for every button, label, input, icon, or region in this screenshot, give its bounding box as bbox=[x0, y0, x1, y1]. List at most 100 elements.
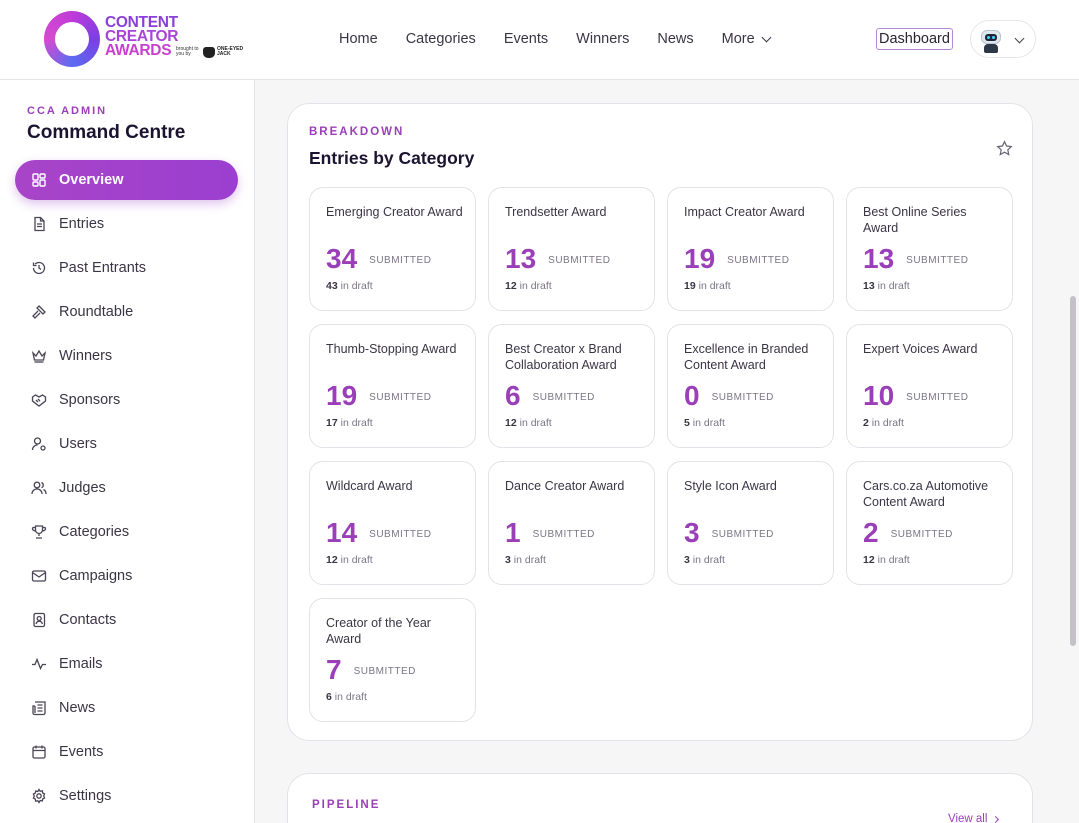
logo-ring-icon bbox=[44, 11, 100, 67]
chevron-right-icon bbox=[992, 815, 1000, 823]
category-tile[interactable]: Emerging Creator Award 34 SUBMITTED 43 in d… bbox=[309, 187, 476, 311]
category-name: Expert Voices Award bbox=[863, 342, 978, 356]
sidebar-item-categories[interactable]: Categories bbox=[15, 512, 238, 552]
view-all-link[interactable]: View all bbox=[948, 813, 1000, 823]
draft-count-row: 6 in draft bbox=[326, 691, 367, 703]
draft-label: in draft bbox=[698, 280, 731, 292]
draft-count: 5 bbox=[684, 417, 690, 429]
draft-count: 6 bbox=[326, 691, 332, 703]
logo-wordmark: CONTENT CREATOR AWARDS bbox=[105, 14, 179, 59]
submitted-label: SUBMITTED bbox=[369, 392, 432, 403]
draft-count: 12 bbox=[505, 417, 517, 429]
sidebar-item-label: Roundtable bbox=[59, 304, 134, 320]
profile-menu[interactable] bbox=[970, 20, 1036, 58]
draft-label: in draft bbox=[340, 417, 373, 429]
sidebar-item-news[interactable]: News bbox=[15, 688, 238, 728]
submitted-label: SUBMITTED bbox=[906, 392, 969, 403]
category-tile[interactable]: Best Online Series Award 13 SUBMITTED 13 in… bbox=[846, 187, 1013, 311]
category-tile[interactable]: Best Creator x Brand Collaboration Award… bbox=[488, 324, 655, 448]
sidebar-item-settings[interactable]: Settings bbox=[15, 776, 238, 816]
draft-count: 17 bbox=[326, 417, 338, 429]
submitted-label: SUBMITTED bbox=[548, 255, 611, 266]
category-tile[interactable]: Creator of the Year Award 7 SUBMITTED 6 in … bbox=[309, 598, 476, 722]
category-tile[interactable]: Trendsetter Award 13 SUBMITTED 12 in draft bbox=[488, 187, 655, 311]
pipeline-kicker: PIPELINE bbox=[312, 799, 381, 811]
submitted-count: 14 bbox=[326, 517, 358, 548]
sidebar-item-overview[interactable]: Overview bbox=[15, 160, 238, 200]
category-name: Best Online Series Award bbox=[863, 205, 967, 235]
scrollbar-thumb[interactable] bbox=[1070, 296, 1076, 646]
category-tile[interactable]: Cars.co.za Automotive Content Award 2 SUBM… bbox=[846, 461, 1013, 585]
sidebar-item-label: Events bbox=[59, 744, 104, 760]
nav-winners[interactable]: Winners bbox=[576, 31, 629, 47]
category-tile[interactable]: Excellence in Branded Content Award 0 SUBM… bbox=[667, 324, 834, 448]
draft-label: in draft bbox=[513, 554, 546, 566]
submitted-count: 7 bbox=[326, 654, 342, 685]
draft-label: in draft bbox=[877, 280, 910, 292]
category-tile[interactable]: Dance Creator Award 1 SUBMITTED 3 in draft bbox=[488, 461, 655, 585]
sidebar-item-campaigns[interactable]: Campaigns bbox=[15, 556, 238, 596]
category-tile[interactable]: Style Icon Award 3 SUBMITTED 3 in draft bbox=[667, 461, 834, 585]
document-icon bbox=[31, 216, 47, 232]
sidebar-item-judges[interactable]: Judges bbox=[15, 468, 238, 508]
sidebar-item-users[interactable]: Users bbox=[15, 424, 238, 464]
gavel-icon bbox=[31, 304, 47, 320]
category-tile[interactable]: Expert Voices Award 10 SUBMITTED 2 in draft bbox=[846, 324, 1013, 448]
draft-count-row: 13 in draft bbox=[863, 280, 910, 292]
draft-count-row: 43 in draft bbox=[326, 280, 373, 292]
draft-count: 19 bbox=[684, 280, 696, 292]
sidebar-item-winners[interactable]: Winners bbox=[15, 336, 238, 376]
draft-count-row: 3 in draft bbox=[684, 554, 725, 566]
sidebar-item-label: Users bbox=[59, 436, 97, 452]
submitted-count: 6 bbox=[505, 380, 521, 411]
draft-label: in draft bbox=[334, 691, 367, 703]
submitted-count-row: 3 SUBMITTED bbox=[684, 517, 774, 551]
category-tile[interactable]: Thumb-Stopping Award 19 SUBMITTED 17 in dra… bbox=[309, 324, 476, 448]
submitted-count-row: 1 SUBMITTED bbox=[505, 517, 595, 551]
brand-logo[interactable]: CONTENT CREATOR AWARDS brought to you by… bbox=[44, 11, 244, 69]
nav-more[interactable]: More bbox=[721, 31, 772, 47]
sidebar-item-contacts[interactable]: Contacts bbox=[15, 600, 238, 640]
sidebar-item-past-entrants[interactable]: Past Entrants bbox=[15, 248, 238, 288]
sidebar-item-sponsors[interactable]: Sponsors bbox=[15, 380, 238, 420]
submitted-count: 34 bbox=[326, 243, 358, 274]
submitted-count-row: 6 SUBMITTED bbox=[505, 380, 595, 414]
draft-count-row: 12 in draft bbox=[863, 554, 910, 566]
nav-events[interactable]: Events bbox=[504, 31, 548, 47]
chevron-down-icon bbox=[761, 32, 772, 42]
nav-more-label: More bbox=[721, 31, 755, 47]
category-name: Dance Creator Award bbox=[505, 479, 625, 493]
nav-news[interactable]: News bbox=[657, 31, 693, 47]
submitted-label: SUBMITTED bbox=[369, 255, 432, 266]
activity-icon bbox=[31, 656, 47, 672]
sidebar-item-emails[interactable]: Emails bbox=[15, 644, 238, 684]
nav-home[interactable]: Home bbox=[339, 31, 378, 47]
submitted-label: SUBMITTED bbox=[532, 529, 595, 540]
users-icon bbox=[31, 480, 47, 496]
submitted-count-row: 19 SUBMITTED bbox=[684, 243, 789, 277]
gear-icon bbox=[31, 788, 47, 804]
submitted-label: SUBMITTED bbox=[727, 255, 790, 266]
draft-label: in draft bbox=[877, 554, 910, 566]
nav-categories[interactable]: Categories bbox=[406, 31, 476, 47]
category-tile[interactable]: Impact Creator Award 19 SUBMITTED 19 in dra… bbox=[667, 187, 834, 311]
crown-icon bbox=[31, 348, 47, 364]
dashboard-button[interactable]: Dashboard bbox=[876, 28, 953, 50]
sidebar-item-label: Past Entrants bbox=[59, 260, 147, 276]
sidebar-item-entries[interactable]: Entries bbox=[15, 204, 238, 244]
sidebar-item-events[interactable]: Events bbox=[15, 732, 238, 772]
submitted-count-row: 13 SUBMITTED bbox=[863, 243, 968, 277]
draft-count: 12 bbox=[505, 280, 517, 292]
draft-count-row: 2 in draft bbox=[863, 417, 904, 429]
robot-icon bbox=[981, 30, 1001, 44]
star-icon[interactable] bbox=[996, 140, 1013, 157]
category-name: Best Creator x Brand Collaboration Award bbox=[505, 342, 622, 372]
draft-count: 3 bbox=[684, 554, 690, 566]
submitted-count-row: 19 SUBMITTED bbox=[326, 380, 431, 414]
sidebar-item-roundtable[interactable]: Roundtable bbox=[15, 292, 238, 332]
submitted-count: 19 bbox=[684, 243, 716, 274]
category-tile[interactable]: Wildcard Award 14 SUBMITTED 12 in draft bbox=[309, 461, 476, 585]
contact-book-icon bbox=[31, 612, 47, 628]
submitted-label: SUBMITTED bbox=[711, 392, 774, 403]
draft-label: in draft bbox=[692, 417, 725, 429]
